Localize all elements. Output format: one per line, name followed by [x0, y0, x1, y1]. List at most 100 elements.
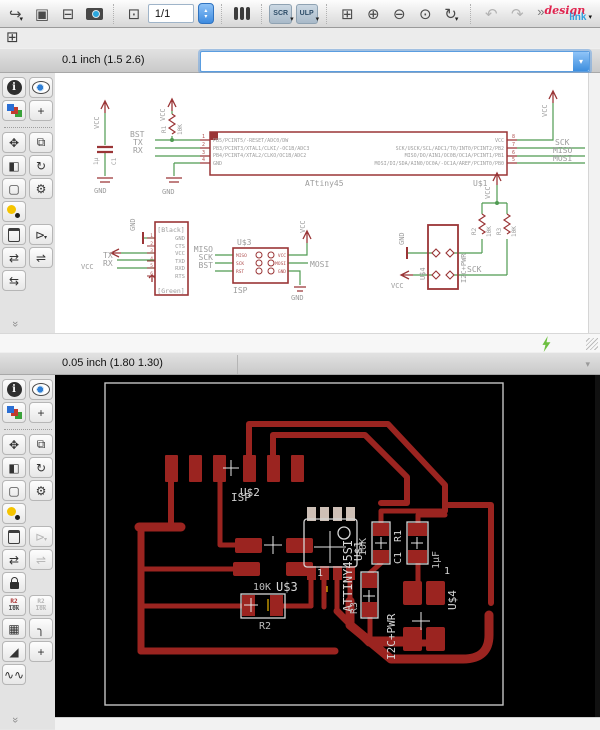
- command-combobox[interactable]: ▾: [200, 51, 590, 72]
- zoom-redraw-button[interactable]: ↻ ▾: [439, 3, 463, 25]
- save-button[interactable]: ▣: [30, 3, 54, 25]
- grid-icon: ⊞: [6, 29, 19, 46]
- schematic-scrollbar-gutter[interactable]: [588, 73, 600, 333]
- component-ftdi-header[interactable]: [Black] [Green] GND CTS VCC TXD RXD RTS …: [147, 221, 189, 296]
- zoom-out-button[interactable]: ⊖: [387, 3, 411, 25]
- replace-button[interactable]: ⇌: [29, 549, 53, 570]
- mosi-net-label: MOSI: [310, 260, 329, 269]
- script-button[interactable]: SCR ▾: [269, 3, 294, 25]
- ftdi-pin-number: 5: [150, 263, 153, 269]
- print-button[interactable]: ⊟: [56, 3, 80, 25]
- wrench-icon: ⚙: [35, 181, 47, 196]
- svg-text:10K: 10K: [486, 226, 493, 237]
- lock-button[interactable]: [2, 572, 26, 593]
- via-button[interactable]: +: [29, 641, 53, 662]
- toolbar-overflow-icon: »: [537, 4, 545, 19]
- svg-text:10K: 10K: [177, 124, 184, 135]
- grid-button[interactable]: ⊞: [6, 29, 19, 46]
- svg-text:I2C+PWR: I2C+PWR: [385, 613, 398, 660]
- change-button[interactable]: ⚙: [29, 178, 53, 199]
- svg-text:ISP: ISP: [231, 491, 251, 504]
- route-button[interactable]: ╮: [29, 618, 53, 639]
- command-input[interactable]: [201, 52, 571, 71]
- zoom-select-button[interactable]: ⊙: [413, 3, 437, 25]
- gateswap-button[interactable]: ⇆: [2, 270, 26, 291]
- add-part-button[interactable]: ⊳ ▾: [29, 224, 53, 245]
- show-button[interactable]: [29, 379, 53, 400]
- more-tools-chevron[interactable]: »: [9, 321, 21, 327]
- sidebar-separator: [3, 123, 52, 128]
- sheet-selector[interactable]: 1/1: [147, 4, 195, 23]
- chevron-down-icon: ▾: [588, 14, 592, 21]
- info-button[interactable]: i: [2, 379, 26, 400]
- value-button[interactable]: R2 10k: [29, 595, 53, 616]
- svg-text:R3: R3: [349, 602, 360, 614]
- replace-button[interactable]: ⇌: [29, 247, 53, 268]
- copy-button[interactable]: ⧉: [29, 434, 53, 455]
- component-attiny45[interactable]: 1 2 3 4 8 7 6 5 PB5/PCINT5/-RESET/ADC0/D…: [200, 131, 517, 188]
- ratsnest-button[interactable]: ▦: [2, 618, 26, 639]
- paint-dots-icon: [6, 205, 16, 214]
- redo-button[interactable]: ↷: [505, 3, 529, 25]
- change-button[interactable]: ⚙: [29, 480, 53, 501]
- display-layers-button[interactable]: [2, 402, 26, 423]
- pin-name: MOSI/DI/SDA/AIN0/OC0A/-OC1A/AREF/PCINT0/…: [375, 161, 504, 167]
- svg-text:GND: GND: [94, 187, 107, 195]
- add-part-button[interactable]: ⊳ ▾: [29, 526, 53, 547]
- rotate-button[interactable]: ↻: [29, 457, 53, 478]
- zoom-in-button[interactable]: ⊕: [361, 3, 385, 25]
- layer-settings-button[interactable]: [230, 3, 254, 25]
- board-canvas[interactable]: U$2 ISP ATTINY45SI U$1 10K C1 R1 1μF 1 1…: [55, 375, 595, 717]
- ulp-button[interactable]: ULP ▾: [295, 3, 319, 25]
- mirror-button[interactable]: ◧: [2, 457, 26, 478]
- copy-button[interactable]: ⧉: [29, 132, 53, 153]
- svg-text:1: 1: [317, 568, 323, 579]
- component-i2c-header[interactable]: U$4 I2C+PWR: [419, 224, 468, 290]
- command-dropdown-button[interactable]: ▾: [573, 52, 589, 71]
- display-layers-button[interactable]: [2, 100, 26, 121]
- svg-text:RX: RX: [133, 146, 143, 155]
- info-button[interactable]: i: [2, 77, 26, 98]
- sheet-thumbnails-button[interactable]: ⊡: [122, 3, 146, 25]
- sidebar-separator: [3, 425, 52, 430]
- paint-dots-icon: [6, 507, 16, 516]
- name-button[interactable]: R2 10k: [2, 595, 26, 616]
- board-command-combobox[interactable]: ▾: [237, 355, 592, 374]
- rotate-button[interactable]: ↻: [29, 155, 53, 176]
- delete-button[interactable]: [2, 526, 26, 547]
- board-scrollbar-gutter[interactable]: [595, 375, 600, 717]
- mark-button[interactable]: +: [29, 402, 53, 423]
- component-isp-header[interactable]: MISO SCK RST VCC MOSI GND U$3 ISP: [232, 238, 289, 295]
- open-button[interactable]: ↪ ▾: [4, 3, 28, 25]
- schematic-secondary-toolbar: ⊞: [0, 28, 600, 48]
- group-button[interactable]: ▢: [2, 178, 26, 199]
- schematic-canvas[interactable]: 1 2 3 4 8 7 6 5 PB5/PCINT5/-RESET/ADC0/D…: [55, 73, 588, 333]
- show-button[interactable]: [29, 77, 53, 98]
- chevron-down-icon: ▾: [44, 234, 48, 241]
- meander-button[interactable]: ∿∿: [2, 664, 26, 685]
- mirror-button[interactable]: ◧: [2, 155, 26, 176]
- move-button[interactable]: ✥: [2, 434, 26, 455]
- paint-button[interactable]: [2, 503, 26, 524]
- undo-button[interactable]: ↶: [479, 3, 503, 25]
- group-button[interactable]: ▢: [2, 480, 26, 501]
- pinswap-button[interactable]: ⇄: [2, 247, 26, 268]
- svg-text:1μF: 1μF: [431, 551, 442, 569]
- delete-button[interactable]: [2, 224, 26, 245]
- zoom-fit-button[interactable]: ⊞: [335, 3, 359, 25]
- move-button[interactable]: ✥: [2, 132, 26, 153]
- info-icon: i: [6, 382, 22, 397]
- more-tools-chevron[interactable]: »: [9, 717, 21, 723]
- toolbar-separator: [326, 3, 328, 24]
- ftdi-bottom-label: [Green]: [157, 287, 184, 295]
- ftdi-pin: RXD: [175, 266, 185, 272]
- export-image-button[interactable]: [82, 3, 106, 25]
- pinswap-button[interactable]: ⇄: [2, 549, 26, 570]
- design-link-menu[interactable]: » design link ▾: [531, 4, 596, 23]
- mark-button[interactable]: +: [29, 100, 53, 121]
- paint-button[interactable]: [2, 201, 26, 222]
- ftdi-pin: RTS: [175, 274, 185, 280]
- window-resize-grip[interactable]: [586, 338, 598, 350]
- sheet-stepper[interactable]: ▴ ▾: [198, 3, 214, 24]
- ripup-button[interactable]: ◢: [2, 641, 26, 662]
